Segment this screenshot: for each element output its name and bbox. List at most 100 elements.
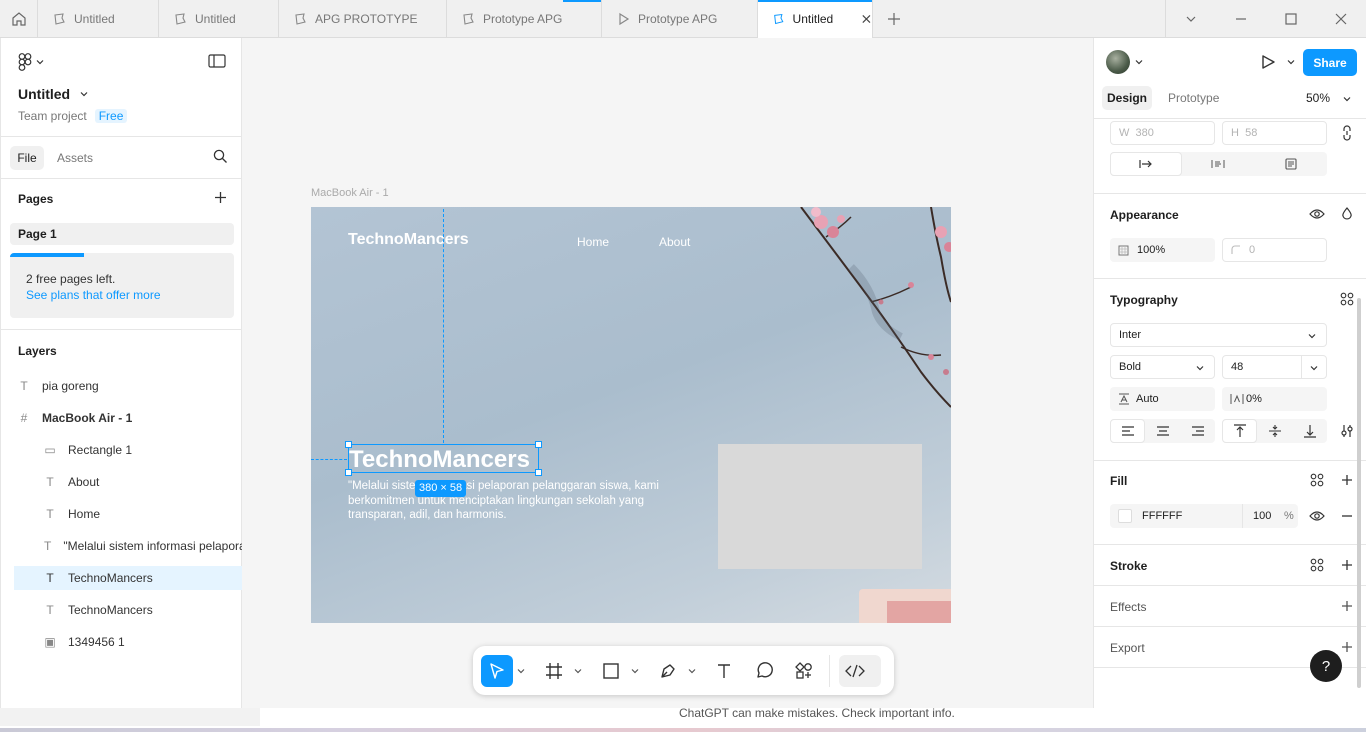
constrain-proportions-button[interactable] — [1337, 123, 1357, 143]
chevron-down-icon[interactable] — [574, 667, 582, 675]
tab-assets[interactable]: Assets — [57, 151, 93, 165]
auto-height-button[interactable] — [1182, 152, 1254, 176]
body-paragraph[interactable]: "Melalui sistem informasi pelaporan pela… — [348, 479, 698, 523]
align-left-button[interactable] — [1110, 419, 1145, 443]
height-field[interactable]: H 58 — [1222, 121, 1327, 145]
zoom-menu[interactable]: 50% — [1306, 91, 1330, 105]
brand-logo-text[interactable]: TechnoMancers — [348, 231, 469, 249]
tab-prototype-apg-2[interactable]: Prototype APG — [602, 0, 758, 38]
letter-spacing-field[interactable]: 0% — [1222, 387, 1327, 411]
nav-about[interactable]: About — [659, 235, 690, 249]
actions-tool-button[interactable] — [788, 655, 820, 687]
align-center-button[interactable] — [1145, 419, 1180, 443]
fill-styles-button[interactable] — [1307, 470, 1327, 490]
layer-item[interactable]: T TechnoMancers — [14, 566, 243, 590]
blend-mode-button[interactable] — [1337, 204, 1357, 224]
align-right-button[interactable] — [1180, 419, 1215, 443]
move-tool-button[interactable] — [481, 655, 513, 687]
headline-text-selected[interactable]: TechnoMancers — [348, 444, 539, 473]
corner-radius-field[interactable]: 0 — [1222, 238, 1327, 262]
layer-item[interactable]: T "Melalui sistem informasi pelapora — [14, 534, 243, 558]
chevron-down-icon[interactable] — [1135, 58, 1143, 66]
fill-color-field[interactable]: FFFFFF 100 % — [1110, 504, 1298, 528]
font-family-select[interactable]: Inter — [1110, 323, 1327, 347]
tab-prototype[interactable]: Prototype — [1168, 91, 1219, 105]
help-button[interactable]: ? — [1310, 650, 1342, 682]
chevron-down-icon[interactable] — [688, 667, 696, 675]
tabs-menu-button[interactable] — [1184, 12, 1198, 26]
dev-mode-button[interactable] — [839, 655, 881, 687]
width-field[interactable]: W 380 — [1110, 121, 1215, 145]
frame-tool-button[interactable] — [538, 655, 570, 687]
color-swatch[interactable] — [1118, 509, 1132, 523]
chevron-down-icon[interactable] — [1343, 95, 1351, 103]
toggle-sidebar-button[interactable] — [208, 54, 226, 68]
canvas[interactable]: MacBook Air - 1 TechnoMancers Home About… — [242, 38, 1093, 708]
tab-untitled-active[interactable]: Untitled — [758, 0, 873, 38]
type-settings-button[interactable] — [1337, 421, 1357, 441]
main-menu-button[interactable] — [18, 53, 44, 71]
resize-handle[interactable] — [535, 469, 542, 476]
plan-badge[interactable]: Free — [94, 109, 128, 123]
macbook-frame[interactable]: TechnoMancers Home About TechnoMancers "… — [311, 207, 951, 623]
comment-tool-button[interactable] — [748, 655, 780, 687]
present-button[interactable] — [1260, 54, 1276, 70]
align-bottom-button[interactable] — [1292, 419, 1327, 443]
rectangle-1[interactable] — [718, 444, 922, 569]
scrollbar[interactable] — [1357, 298, 1361, 688]
opacity-field[interactable]: 100% — [1110, 238, 1215, 262]
add-fill-button[interactable] — [1337, 470, 1357, 490]
visibility-button[interactable] — [1307, 204, 1327, 224]
tab-untitled-2[interactable]: Untitled — [159, 0, 279, 38]
auto-width-button[interactable] — [1110, 152, 1182, 176]
add-page-button[interactable] — [214, 191, 227, 204]
search-button[interactable] — [213, 149, 228, 164]
file-name-button[interactable]: Untitled — [18, 86, 88, 102]
resize-handle[interactable] — [535, 441, 542, 448]
remove-fill-button[interactable] — [1337, 506, 1357, 526]
tab-untitled-1[interactable]: Untitled — [38, 0, 159, 38]
maximize-button[interactable] — [1284, 12, 1298, 26]
add-export-button[interactable] — [1337, 637, 1357, 657]
page-item-page-1[interactable]: Page 1 — [10, 223, 234, 245]
text-styles-button[interactable] — [1337, 289, 1357, 309]
align-top-button[interactable] — [1222, 419, 1257, 443]
add-stroke-button[interactable] — [1337, 555, 1357, 575]
add-effect-button[interactable] — [1337, 596, 1357, 616]
stroke-styles-button[interactable] — [1307, 555, 1327, 575]
tab-design[interactable]: Design — [1102, 86, 1152, 110]
text-tool-button[interactable] — [708, 655, 740, 687]
layer-item[interactable]: Tpia goreng — [14, 374, 243, 398]
chevron-down-icon[interactable] — [631, 667, 639, 675]
resize-handle[interactable] — [345, 441, 352, 448]
window-close-button[interactable] — [1334, 12, 1348, 26]
align-middle-button[interactable] — [1257, 419, 1292, 443]
layer-item[interactable]: # MacBook Air - 1 — [14, 406, 243, 430]
chevron-down-icon[interactable] — [517, 667, 525, 675]
font-weight-select[interactable]: Bold — [1110, 355, 1215, 379]
fixed-size-button[interactable] — [1254, 152, 1327, 176]
home-button[interactable] — [0, 0, 38, 38]
resize-handle[interactable] — [345, 469, 352, 476]
layer-item[interactable]: ▭ Rectangle 1 — [14, 438, 243, 462]
layer-item[interactable]: T About — [14, 470, 243, 494]
layer-item[interactable]: ▣ 1349456 1 — [14, 630, 243, 654]
frame-label[interactable]: MacBook Air - 1 — [311, 187, 389, 199]
minimize-button[interactable] — [1234, 12, 1248, 26]
see-plans-link[interactable]: See plans that offer more — [26, 288, 161, 302]
new-tab-button[interactable] — [886, 11, 902, 27]
close-icon[interactable] — [861, 13, 872, 25]
nav-home[interactable]: Home — [577, 235, 609, 249]
tab-file[interactable]: File — [10, 146, 44, 170]
layer-item[interactable]: T TechnoMancers — [14, 598, 243, 622]
chevron-down-icon[interactable] — [1287, 58, 1295, 66]
share-button[interactable]: Share — [1303, 49, 1357, 76]
layer-item[interactable]: T Home — [14, 502, 243, 526]
tab-apg-prototype[interactable]: APG PROTOTYPE — [279, 0, 447, 38]
fill-visibility-button[interactable] — [1307, 506, 1327, 526]
pen-tool-button[interactable] — [652, 655, 684, 687]
font-size-field[interactable]: 48 — [1222, 355, 1327, 379]
line-height-field[interactable]: Auto — [1110, 387, 1215, 411]
shape-tool-button[interactable] — [595, 655, 627, 687]
tab-prototype-apg-1[interactable]: Prototype APG — [447, 0, 602, 38]
